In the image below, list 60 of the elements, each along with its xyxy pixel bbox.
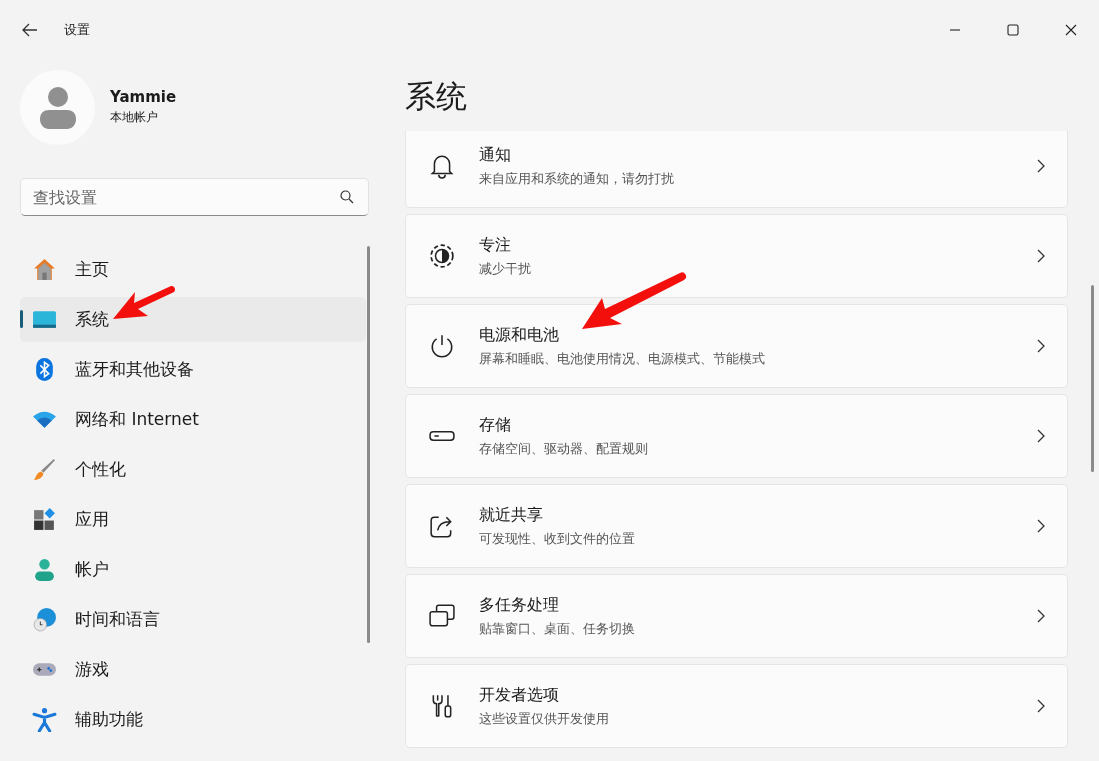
settings-card[interactable]: 就近共享 可发现性、收到文件的位置 xyxy=(405,484,1068,568)
card-subtitle: 屏幕和睡眠、电池使用情况、电源模式、节能模式 xyxy=(479,349,766,368)
card-title: 就近共享 xyxy=(479,504,544,526)
focus-icon xyxy=(429,243,455,269)
apps-icon xyxy=(32,507,57,532)
maximize-icon[interactable] xyxy=(1007,24,1019,36)
settings-card[interactable]: 电源和电池 屏幕和睡眠、电池使用情况、电源模式、节能模式 xyxy=(405,304,1068,388)
bell-icon xyxy=(429,153,455,179)
back-icon[interactable] xyxy=(22,23,38,37)
settings-card[interactable]: 存储 存储空间、驱动器、配置规则 xyxy=(405,394,1068,478)
settings-card[interactable]: 多任务处理 贴靠窗口、桌面、任务切换 xyxy=(405,574,1068,658)
search-icon xyxy=(340,190,354,204)
card-title: 多任务处理 xyxy=(479,594,560,616)
account-type: 本地帐户 xyxy=(110,109,159,126)
search-field[interactable]: 查找设置 xyxy=(20,178,369,216)
nav-item[interactable]: 蓝牙和其他设备 xyxy=(20,347,366,392)
brush-icon xyxy=(32,457,57,482)
chevron-icon xyxy=(1037,609,1045,623)
page-title: 系统 xyxy=(405,77,468,116)
chevron-icon xyxy=(1037,519,1045,533)
nav-item[interactable]: 辅助功能 xyxy=(20,697,366,742)
card-subtitle: 可发现性、收到文件的位置 xyxy=(479,529,636,548)
card-title: 专注 xyxy=(479,234,512,256)
nav-item[interactable]: 游戏 xyxy=(20,647,366,692)
user-name: Yammie xyxy=(110,88,177,106)
card-title: 通知 xyxy=(479,144,512,166)
card-subtitle: 贴靠窗口、桌面、任务切换 xyxy=(479,619,636,638)
settings-card[interactable]: 通知 来自应用和系统的通知，请勿打扰 xyxy=(405,131,1068,208)
close-icon[interactable] xyxy=(1065,24,1077,36)
settings-card[interactable]: 开发者选项 这些设置仅供开发使用 xyxy=(405,664,1068,748)
nav-item[interactable]: 时间和语言 xyxy=(20,597,366,642)
nav-item[interactable]: 网络和 Internet xyxy=(20,397,366,442)
annotation-arrow xyxy=(113,284,177,322)
person-icon xyxy=(32,557,57,582)
chevron-icon xyxy=(1037,159,1045,173)
card-subtitle: 减少干扰 xyxy=(479,259,532,278)
chevron-icon xyxy=(1037,429,1045,443)
windows-icon xyxy=(429,603,455,629)
window-title: 设置 xyxy=(64,21,90,39)
settings-card[interactable]: 专注 减少干扰 xyxy=(405,214,1068,298)
card-title: 开发者选项 xyxy=(479,684,560,706)
power-icon xyxy=(429,333,455,359)
card-subtitle: 来自应用和系统的通知，请勿打扰 xyxy=(479,169,675,188)
chevron-icon xyxy=(1037,249,1045,263)
card-subtitle: 这些设置仅供开发使用 xyxy=(479,709,610,728)
nav-item[interactable]: 帐户 xyxy=(20,547,366,592)
globe-clock-icon xyxy=(32,607,57,632)
card-subtitle: 存储空间、驱动器、配置规则 xyxy=(479,439,649,458)
nav-item[interactable]: 系统 xyxy=(20,297,366,342)
card-title: 存储 xyxy=(479,414,512,436)
chevron-icon xyxy=(1037,699,1045,713)
nav-item[interactable]: 主页 xyxy=(20,247,366,292)
card-title: 电源和电池 xyxy=(479,324,560,346)
scroll-bar[interactable] xyxy=(1091,285,1094,472)
nav-item[interactable]: 应用 xyxy=(20,497,366,542)
nav-item[interactable]: 个性化 xyxy=(20,447,366,492)
accessibility-icon xyxy=(32,707,57,732)
scroll-bar[interactable] xyxy=(367,246,370,643)
chevron-icon xyxy=(1037,339,1045,353)
house-icon xyxy=(32,257,57,282)
